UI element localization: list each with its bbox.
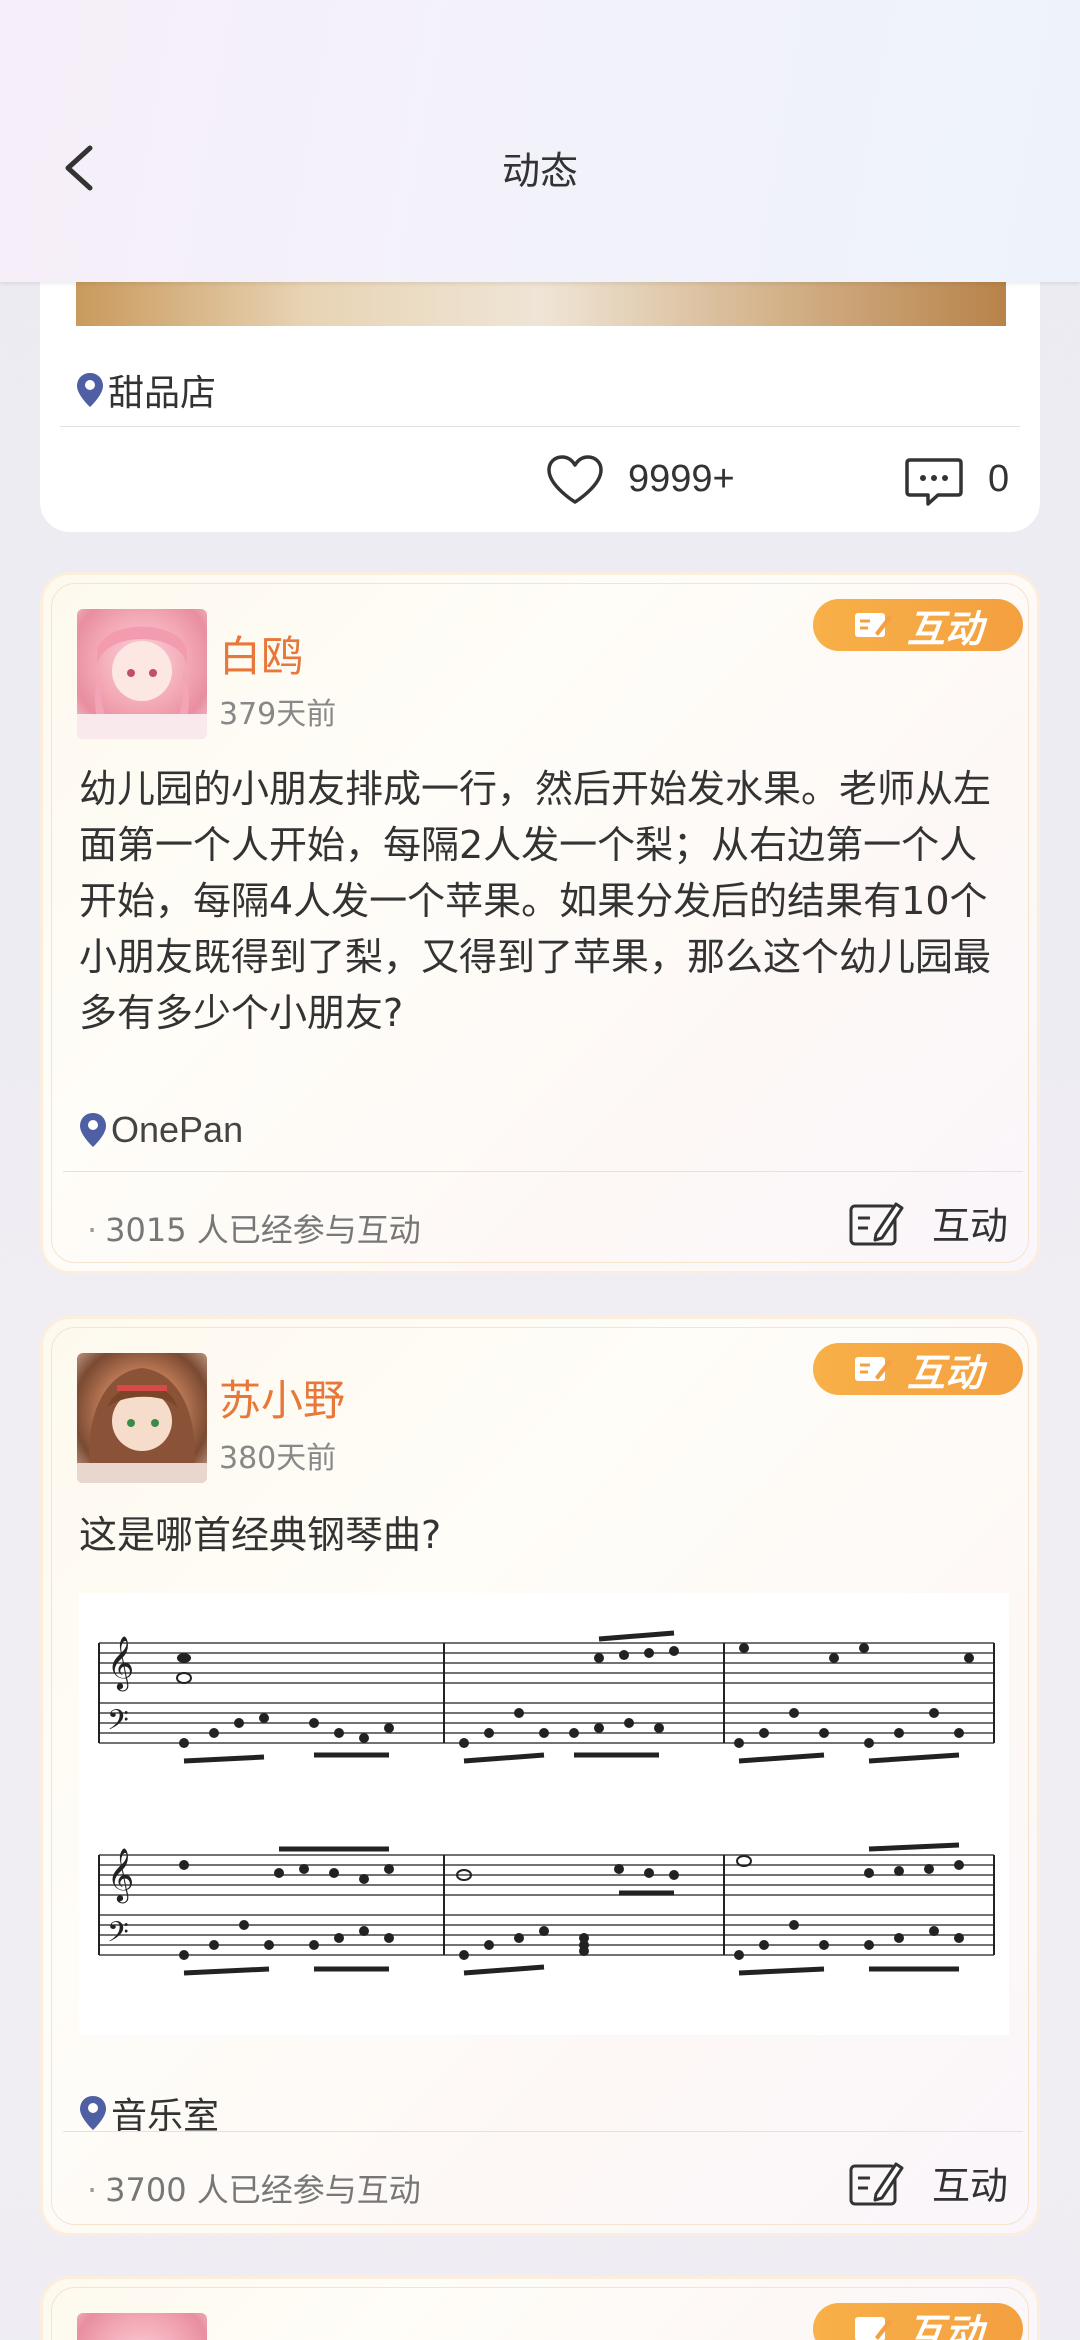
badge-label: 互动 <box>906 1350 983 1395</box>
comment-count: 0 <box>988 458 1010 500</box>
svg-text:𝄞: 𝄞 <box>107 1635 134 1691</box>
interaction-card[interactable]: 白鸥 379天前 互动 幼儿园的小朋友排成一行，然后开始发水果。老师从左面第一个… <box>40 572 1040 1274</box>
interact-button[interactable]: 互动 <box>848 2155 1008 2210</box>
post-time: 379天前 <box>219 697 337 732</box>
participants-count: 3700 <box>105 2171 187 2209</box>
participants-suffix: 人已经参与互动 <box>196 1211 421 1249</box>
participants-count: 3015 <box>105 1211 187 1249</box>
participants-suffix: 人已经参与互动 <box>196 2171 421 2209</box>
interact-label: 互动 <box>932 1204 1009 1248</box>
svg-text:𝄢: 𝄢 <box>107 1704 129 1744</box>
edit-note-icon <box>849 2162 904 2205</box>
divider <box>63 1171 1023 1172</box>
interact-label: 互动 <box>932 2164 1009 2208</box>
location-pin-icon <box>77 373 103 407</box>
page-title: 动态 <box>501 149 578 193</box>
avatar-image <box>77 626 207 739</box>
location-tag[interactable]: OnePan <box>79 1109 243 1151</box>
location-text: OnePan <box>111 1109 244 1150</box>
interaction-card[interactable]: 互动 <box>40 2276 1040 2340</box>
username[interactable]: 白鸥 <box>219 623 303 684</box>
like-count: 9999+ <box>628 458 735 500</box>
post-time: 380天前 <box>219 1441 337 1476</box>
location-text: 甜品店 <box>108 373 217 414</box>
interaction-badge: 互动 <box>813 599 1023 651</box>
badge-label: 互动 <box>906 606 983 651</box>
bullet: · <box>87 2171 98 2209</box>
avatar[interactable] <box>77 1353 207 1483</box>
edit-note-icon <box>849 1202 904 1245</box>
svg-text:𝄞: 𝄞 <box>107 1847 134 1903</box>
top-bar: 动态 <box>0 0 1080 282</box>
comment-icon[interactable] <box>904 456 964 508</box>
interaction-card[interactable]: 苏小野 380天前 互动 这是哪首经典钢琴曲? 𝄞 𝄢 𝄞 𝄢 音乐室 · 37… <box>40 1316 1040 2236</box>
interaction-badge: 互动 <box>813 1343 1023 1395</box>
divider <box>63 2131 1023 2132</box>
location-tag[interactable]: 甜品店 <box>76 364 216 416</box>
interaction-badge: 互动 <box>813 2303 1023 2340</box>
location-pin-icon <box>80 1113 106 1147</box>
avatar[interactable] <box>77 2313 207 2340</box>
heart-icon[interactable] <box>545 454 605 506</box>
edit-icon <box>854 613 892 637</box>
location-pin-icon <box>80 2096 106 2130</box>
edit-icon <box>854 2317 892 2340</box>
edit-icon <box>854 1357 892 1381</box>
badge-label: 互动 <box>906 2310 983 2340</box>
participants-info: · 3015 人已经参与互动 <box>87 1205 421 1251</box>
divider <box>60 426 1020 427</box>
post-text: 幼儿园的小朋友排成一行，然后开始发水果。老师从左面第一个人开始，每隔2人发一个梨… <box>79 767 992 1035</box>
avatar-image <box>77 1368 207 1483</box>
svg-text:𝄢: 𝄢 <box>107 1916 129 1956</box>
sheet-music-image[interactable]: 𝄞 𝄢 𝄞 𝄢 <box>79 1593 1009 2035</box>
username[interactable]: 苏小野 <box>219 1367 345 1428</box>
avatar[interactable] <box>77 609 207 739</box>
participants-info: · 3700 人已经参与互动 <box>87 2165 421 2211</box>
bullet: · <box>87 1211 98 1249</box>
post-photo[interactable] <box>76 282 1006 326</box>
interact-button[interactable]: 互动 <box>848 1195 1008 1250</box>
post-text: 这是哪首经典钢琴曲? <box>79 1513 442 1557</box>
